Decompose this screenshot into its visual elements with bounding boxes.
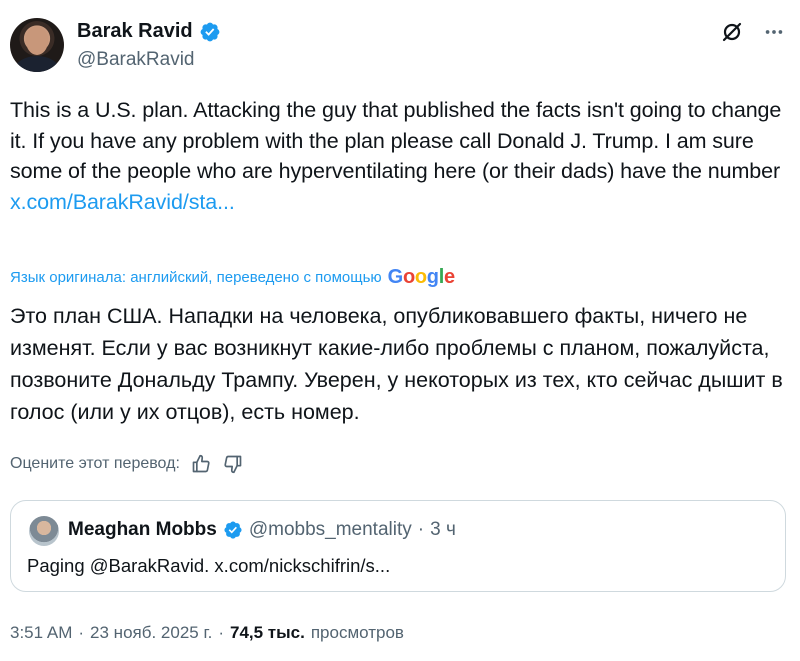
author-handle[interactable]: @BarakRavid: [77, 49, 195, 71]
google-letter-3: o: [414, 266, 427, 288]
footer-dot-2: ·: [218, 623, 224, 642]
quoted-tweet[interactable]: Meaghan Mobbs @mobbs_mentality · 3 ч Pag…: [10, 500, 786, 592]
view-count-label: просмотров: [310, 623, 404, 642]
tweet-time[interactable]: 3:51 AM: [10, 623, 72, 643]
tweet-date[interactable]: 23 нояб. 2025 г.: [90, 623, 212, 643]
grok-icon[interactable]: [718, 18, 746, 46]
google-letter-6: e: [443, 266, 455, 288]
verified-badge-icon: [200, 22, 220, 41]
footer-dot-1: ·: [78, 623, 85, 642]
quoted-handle[interactable]: @mobbs_mentality: [249, 519, 412, 541]
google-letter-4: g: [426, 266, 439, 288]
quoted-name[interactable]: Meaghan Mobbs: [68, 519, 217, 541]
view-count: 74,5 тыс.: [229, 623, 305, 642]
tweet-text: This is a U.S. plan. Attacking the guy t…: [10, 95, 790, 217]
avatar-face: [26, 27, 48, 55]
google-letter-1: G: [387, 266, 404, 288]
author-avatar[interactable]: [10, 18, 64, 72]
translation-note: Язык оригинала: английский, переведено с…: [10, 266, 455, 289]
rate-label: Оцените этот перевод:: [10, 455, 180, 472]
thumbs-up-icon[interactable]: [190, 453, 212, 475]
google-letter-2: o: [402, 266, 415, 288]
tweet-actions-top: [718, 18, 788, 46]
quoted-separator: ·: [417, 519, 425, 540]
quoted-time[interactable]: 3 ч: [430, 519, 456, 541]
translation-note-text: Язык оригинала: английский, переведено с…: [10, 269, 382, 286]
translated-text: Это план США. Нападки на человека, опубл…: [10, 304, 783, 424]
google-logo[interactable]: Google: [388, 266, 455, 289]
author-name-row[interactable]: Barak Ravid: [77, 20, 221, 43]
author-name[interactable]: Barak Ravid: [77, 20, 193, 43]
verified-badge-icon: [224, 521, 242, 539]
thumbs-down-icon[interactable]: [222, 453, 244, 475]
more-icon[interactable]: [760, 18, 788, 46]
tweet-footer: 3:51 AM · 23 нояб. 2025 г. · 74,5 тыс. п…: [10, 623, 404, 643]
quoted-avatar[interactable]: [29, 516, 59, 546]
tweet-link[interactable]: x.com/BarakRavid/sta...: [10, 190, 235, 214]
rate-translation: Оцените этот перевод:: [10, 453, 244, 475]
avatar-shirt: [14, 56, 60, 72]
quoted-text: Paging @BarakRavid. x.com/nickschifrin/s…: [27, 555, 391, 576]
quoted-header: Meaghan Mobbs @mobbs_mentality · 3 ч: [68, 519, 456, 541]
tweet-body: This is a U.S. plan. Attacking the guy t…: [10, 98, 782, 183]
